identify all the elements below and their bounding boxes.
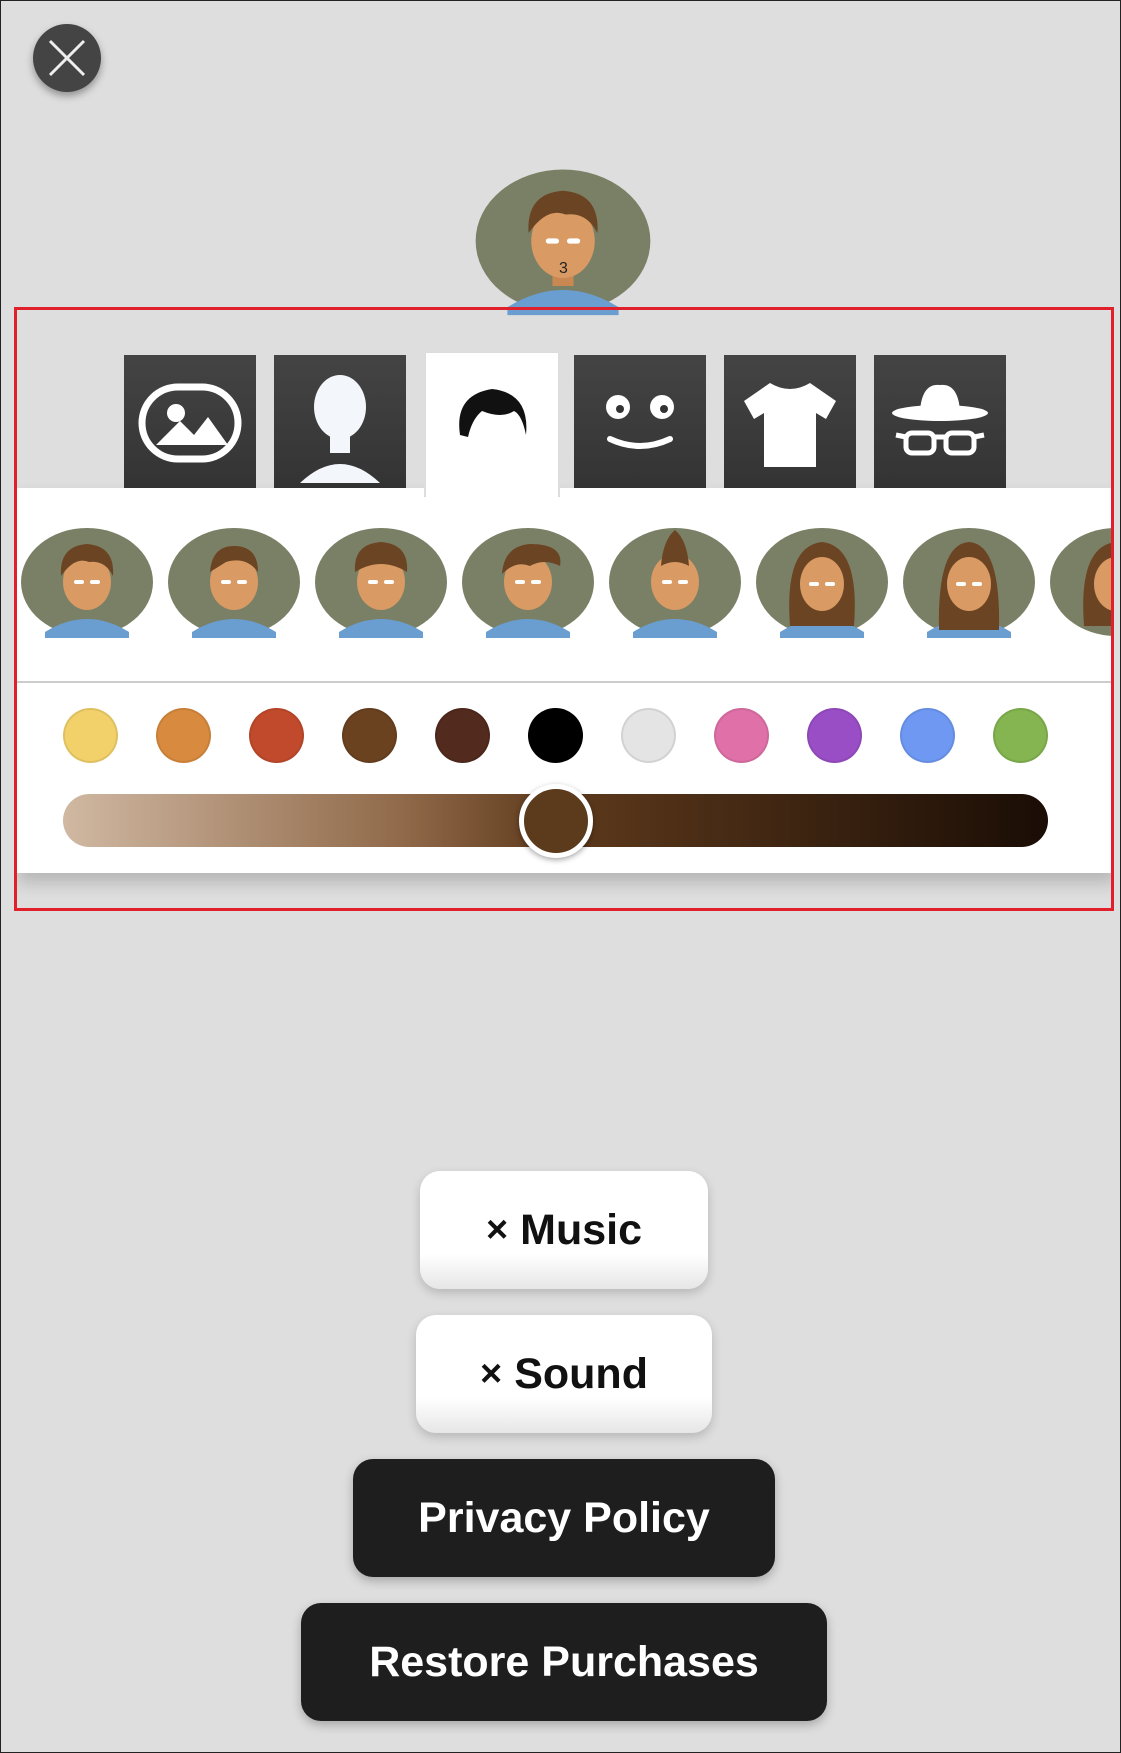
hair-style-long-straight-icon: [903, 528, 1035, 638]
hair-style-short-swept-icon: [21, 528, 153, 638]
shade-slider-thumb[interactable]: [518, 784, 593, 858]
hair-style-option[interactable]: [19, 526, 155, 638]
hair-style-option[interactable]: [754, 526, 890, 638]
tab-background[interactable]: [124, 355, 256, 491]
avatar-preview-icon: 3: [475, 169, 651, 316]
tab-hair[interactable]: [424, 351, 560, 497]
image-icon: [138, 383, 242, 463]
color-swatch[interactable]: [993, 708, 1048, 763]
sound-label: Sound: [514, 1349, 648, 1398]
tshirt-icon: [744, 383, 836, 467]
hair-style-option[interactable]: [1048, 526, 1111, 638]
hair-style-long-partial-icon: [1050, 528, 1111, 636]
color-swatch[interactable]: [435, 708, 490, 763]
hair-style-long-wavy-icon: [756, 528, 888, 638]
hair-style-side-fringe-icon: [462, 528, 594, 638]
color-swatch[interactable]: [528, 708, 583, 763]
close-icon: ×: [480, 1352, 503, 1395]
close-icon: ×: [485, 1208, 509, 1251]
hat-glasses-icon: [892, 384, 988, 456]
color-swatch[interactable]: [249, 708, 304, 763]
hair-icon: [459, 389, 527, 437]
hair-style-option[interactable]: [313, 526, 449, 638]
close-button[interactable]: [33, 24, 101, 92]
tab-face[interactable]: [574, 355, 706, 491]
hair-style-option[interactable]: [166, 526, 302, 638]
close-icon: [48, 39, 86, 77]
hair-style-curly-icon: [315, 528, 447, 638]
smiley-face-icon: [606, 395, 674, 449]
hair-style-option[interactable]: [460, 526, 596, 638]
sound-toggle-button[interactable]: × Sound: [416, 1315, 712, 1433]
privacy-policy-label: Privacy Policy: [418, 1493, 710, 1542]
color-swatch[interactable]: [714, 708, 769, 763]
tab-body[interactable]: [274, 355, 406, 491]
hair-style-option[interactable]: [901, 526, 1037, 638]
hair-style-mohawk-icon: [609, 528, 741, 638]
hair-style-option[interactable]: [607, 526, 743, 638]
tab-clothes[interactable]: [724, 355, 856, 491]
restore-purchases-label: Restore Purchases: [369, 1637, 759, 1686]
color-swatch[interactable]: [900, 708, 955, 763]
shade-slider[interactable]: [63, 784, 1048, 858]
color-swatch[interactable]: [342, 708, 397, 763]
person-silhouette-icon: [300, 375, 380, 483]
hair-options-panel: [17, 488, 1111, 873]
color-swatch[interactable]: [621, 708, 676, 763]
music-label: Music: [520, 1205, 643, 1254]
tab-accessories[interactable]: [874, 355, 1006, 491]
hair-style-short-parted-icon: [168, 528, 300, 638]
avatar-editor-panel: [14, 307, 1114, 911]
color-swatch[interactable]: [63, 708, 118, 763]
restore-purchases-button[interactable]: Restore Purchases: [301, 1603, 827, 1721]
privacy-policy-button[interactable]: Privacy Policy: [353, 1459, 775, 1577]
color-swatch[interactable]: [807, 708, 862, 763]
music-toggle-button[interactable]: × Music: [420, 1171, 708, 1289]
color-swatch[interactable]: [156, 708, 211, 763]
panel-divider: [17, 681, 1111, 683]
svg-text:3: 3: [559, 260, 568, 277]
